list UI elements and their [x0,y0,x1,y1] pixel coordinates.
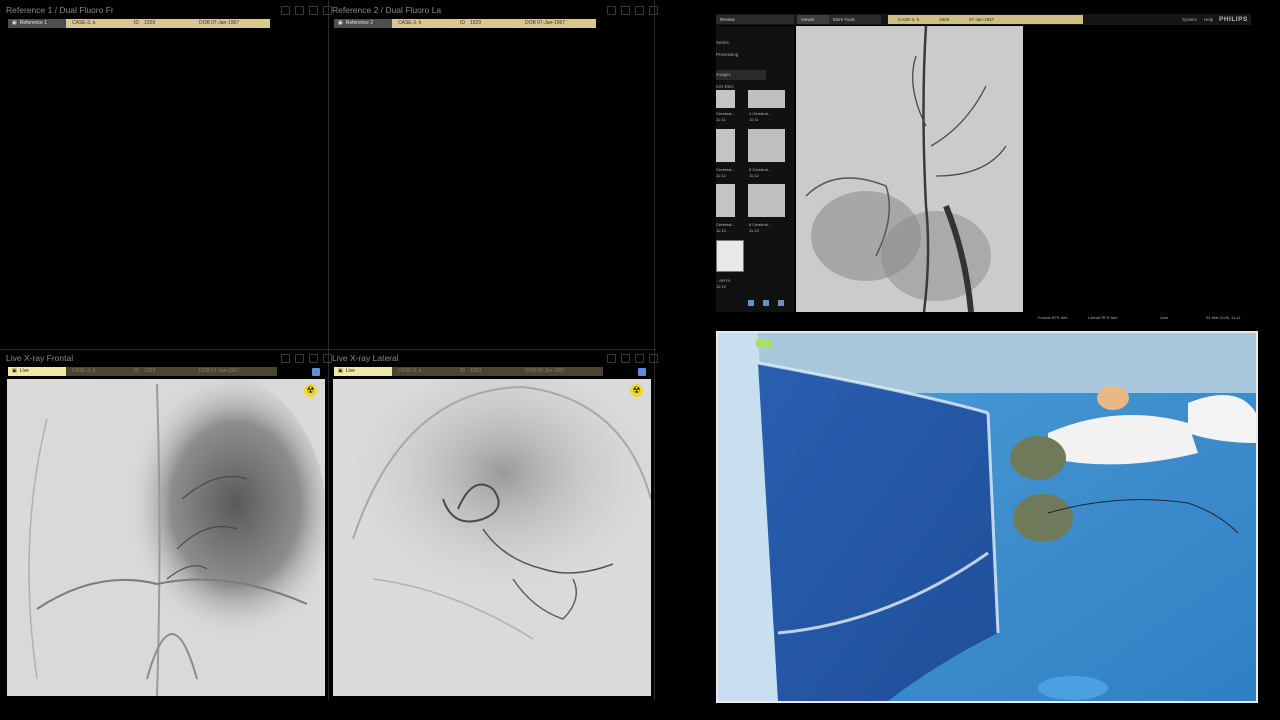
patient-tag: CASE-3, k ID 1929 DOB 07-Jan-1967 [66,367,277,376]
source-tag[interactable]: ▣ Reference 1 [8,19,66,28]
monitor-icon: ▣ [12,20,17,26]
sidebar-item-series[interactable]: Series [716,38,792,48]
procedure-camera-view [716,331,1258,703]
status-user: User [1160,315,1169,320]
pane-divider-horizontal [0,349,656,350]
patient-case: CASE-3, k [398,20,422,26]
status-frontal: Frontal RFS free [1038,315,1068,320]
copy-icon[interactable] [312,368,320,376]
pane-divider-right [654,0,655,700]
sidebar-item-images[interactable]: Images [716,70,766,80]
series-thumbnail[interactable] [716,184,735,217]
monitor-icon: ▣ [338,368,343,374]
patient-dob: 07-Jan-1967 [969,17,995,22]
patient-dob: 07-Jan-1967 [537,20,566,26]
help-menu[interactable]: Help [1204,15,1213,24]
series-thumbnail[interactable] [748,129,785,162]
patient-case: CASE-3, k [72,368,96,374]
patient-dob: 07-Jan-1967 [211,20,240,26]
radiation-warning-icon: ☢ [304,384,317,397]
source-tag[interactable]: ▣ Reference 2 [334,19,392,28]
series-thumbnail[interactable] [716,90,735,108]
patient-dob: 07-Jan-1967 [211,368,240,374]
list-view-icon[interactable] [763,300,769,306]
pane-title-live-lateral: Live X-ray Lateral [332,353,399,363]
patient-id: 1929 [144,20,156,26]
pane-controls-reference-1[interactable] [281,6,332,15]
patient-id: 1929 [470,368,482,374]
xray-image-lateral [333,379,651,696]
series-thumbnail[interactable] [748,184,785,217]
pane-controls-live-lateral[interactable] [607,354,658,363]
series-thumbnail[interactable] [716,129,735,162]
system-menu[interactable]: System [1182,15,1197,24]
copy-icon[interactable] [638,368,646,376]
xray-image-frontal [7,379,325,696]
workstation-viewer-image[interactable] [796,26,1023,312]
pane-controls-reference-2[interactable] [607,6,658,15]
export-icon[interactable] [778,300,784,306]
workstation-patient-tag: CASE-3, k 1929 07-Jan-1967 [888,15,1083,24]
patient-case: CASE-3, k [398,368,422,374]
tagbar-reference-2: ▣ Reference 2 CASE-3, k ID 1929 DOB 07-Jan-… [334,19,596,28]
grid-view-icon[interactable] [748,300,754,306]
pane-title-reference-2: Reference 2 / Dual Fluoro La [332,5,442,15]
patient-dob: 07-Jan-1967 [537,368,566,374]
pane-controls-live-frontal[interactable] [281,354,332,363]
tagbar-live-frontal: ▣ Live CASE-3, k ID 1929 DOB 07-Jan-1967 [8,367,277,376]
patient-tag: CASE-3, k ID 1929 DOB 07-Jan-1967 [392,367,603,376]
patient-case: CASE-3, k [898,17,920,22]
philips-logo: PHILIPS [1219,16,1248,23]
tab-review[interactable]: Review [716,15,794,24]
monitor-icon: ▣ [338,20,343,26]
patient-case: CASE-3, k [72,20,96,26]
series-thumbnail-selected[interactable] [716,240,744,272]
pane-title-live-frontal: Live X-ray Frontal [6,353,74,363]
tab-viewer[interactable]: Viewer [797,15,829,24]
patient-tag: CASE-3, k ID 1929 DOB 07-Jan-1967 [66,19,270,28]
tagbar-reference-1: ▣ Reference 1 CASE-3, k ID 1929 DOB 07-Jan-… [8,19,270,28]
series-thumbnail[interactable] [748,90,785,108]
status-lateral: Lateral RFS free [1088,315,1118,320]
source-tag-live[interactable]: ▣ Live [8,367,66,376]
pane-divider-vertical [328,0,329,700]
patient-id: 1929 [470,20,482,26]
pane-title-reference-1: Reference 1 / Dual Fluoro Fr [6,5,114,15]
patient-id: 1929 [144,368,156,374]
sidebar-item-processing[interactable]: Processing [716,50,792,60]
radiation-warning-icon: ☢ [630,384,643,397]
tagbar-live-lateral: ▣ Live CASE-3, k ID 1929 DOB 07-Jan-1967 [334,367,603,376]
status-datetime: 04-Mar-2026, 11:41 [1206,315,1241,320]
tab-more-tools[interactable]: More Tools [829,15,881,24]
monitor-icon: ▣ [12,368,17,374]
patient-tag: CASE-3, k ID 1929 DOB 07-Jan-1967 [392,19,596,28]
source-tag-live[interactable]: ▣ Live [334,367,392,376]
patient-id: 1929 [939,17,950,22]
